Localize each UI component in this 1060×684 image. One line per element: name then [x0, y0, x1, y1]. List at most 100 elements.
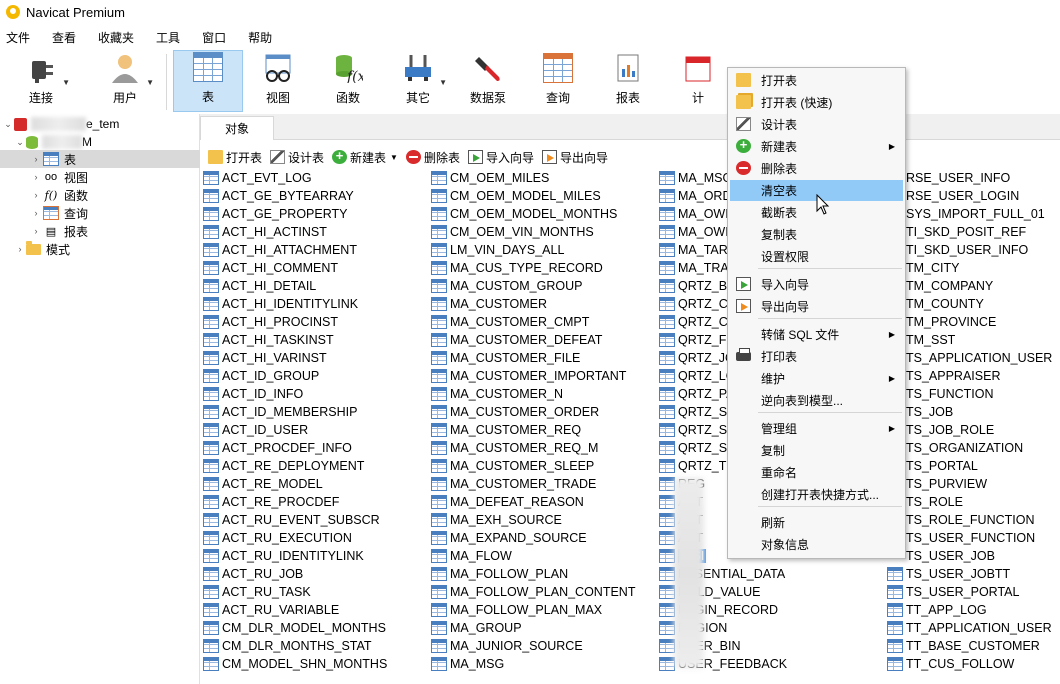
- table-list-item[interactable]: TS_ROLE_FUNCTION: [887, 511, 1052, 529]
- import-wizard-button[interactable]: 导入向导: [467, 149, 534, 166]
- table-list-item[interactable]: MA_CUSTOM_GROUP: [431, 277, 635, 295]
- new-table-button[interactable]: 新建表▼: [332, 148, 398, 166]
- context-menu-item-create-shortcut[interactable]: 创建打开表快捷方式...: [730, 484, 903, 505]
- table-list-item[interactable]: MA_CUS_TYPE_RECORD: [431, 259, 635, 277]
- table-list-item[interactable]: MA_CUSTOMER_FILE: [431, 349, 635, 367]
- menu-file[interactable]: 文件: [0, 29, 36, 46]
- table-list-item[interactable]: ACT_RU_JOB: [203, 565, 387, 583]
- table-list-item[interactable]: RSE_USER_INFO: [887, 169, 1052, 187]
- table-list-item[interactable]: ACT_ID_USER: [203, 421, 387, 439]
- table-list-item[interactable]: ACT_HI_ATTACHMENT: [203, 241, 387, 259]
- open-table-button[interactable]: 打开表: [208, 149, 262, 166]
- expand-arrow-icon[interactable]: ›: [30, 172, 42, 182]
- table-list-item[interactable]: TS_FUNCTION: [887, 385, 1052, 403]
- user-button[interactable]: 用户 ▼: [90, 50, 160, 112]
- table-list-item[interactable]: CM_MODEL_SHN_MONTHS: [203, 655, 387, 673]
- table-list-item[interactable]: ACT_ID_MEMBERSHIP: [203, 403, 387, 421]
- table-list-item[interactable]: ACT_RE_MODEL: [203, 475, 387, 493]
- table-list-item[interactable]: TS_PORTAL: [887, 457, 1052, 475]
- table-list-item[interactable]: TS_APPLICATION_USER: [887, 349, 1052, 367]
- table-list-item[interactable]: ACT_ID_INFO: [203, 385, 387, 403]
- menu-window[interactable]: 窗口: [196, 29, 232, 46]
- table-list-item[interactable]: TM_SST: [887, 331, 1052, 349]
- table-list-item[interactable]: MA_CUSTOMER_REQ_M: [431, 439, 635, 457]
- table-list-item[interactable]: MA_CUSTOMER_IMPORTANT: [431, 367, 635, 385]
- table-list-item[interactable]: MA_FOLLOW_PLAN_MAX: [431, 601, 635, 619]
- table-list-item[interactable]: MA_CUSTOMER_REQ: [431, 421, 635, 439]
- table-list-item[interactable]: MA_FOLLOW_PLAN: [431, 565, 635, 583]
- table-list-item[interactable]: MA_GROUP: [431, 619, 635, 637]
- table-list-item[interactable]: MA_CUSTOMER_TRADE: [431, 475, 635, 493]
- table-list-item[interactable]: ACT_RU_TASK: [203, 583, 387, 601]
- context-menu-item-copy[interactable]: 复制: [730, 440, 903, 461]
- chevron-down-icon[interactable]: ▼: [146, 78, 154, 87]
- context-menu-item-manage-group[interactable]: 管理组 ▶: [730, 418, 903, 439]
- table-list-item[interactable]: TS_JOB: [887, 403, 1052, 421]
- table-list-item[interactable]: ACT_EVT_LOG: [203, 169, 387, 187]
- schedule-button[interactable]: 计: [663, 50, 733, 112]
- table-list-item[interactable]: MA_CUSTOMER_CMPT: [431, 313, 635, 331]
- table-list-item[interactable]: TS_USER_PORTAL: [887, 583, 1052, 601]
- table-list-item[interactable]: MA_FLOW: [431, 547, 635, 565]
- table-list-item[interactable]: TS_JOB_ROLE: [887, 421, 1052, 439]
- context-menu-item-design-table[interactable]: 设计表: [730, 114, 903, 135]
- tree-node-schemas[interactable]: › 模式: [14, 240, 70, 258]
- context-menu-item-duplicate-table[interactable]: 复制表: [730, 224, 903, 245]
- menu-view[interactable]: 查看: [46, 29, 82, 46]
- table-list-item[interactable]: ACT_HI_TASKINST: [203, 331, 387, 349]
- table-list-item[interactable]: TS_APPRAISER: [887, 367, 1052, 385]
- table-list-item[interactable]: CM_OEM_MODEL_MILES: [431, 187, 635, 205]
- context-menu-item-rename[interactable]: 重命名: [730, 462, 903, 483]
- table-list-item[interactable]: ACT_ID_GROUP: [203, 367, 387, 385]
- context-menu-item-import-wizard[interactable]: 导入向导: [730, 274, 903, 295]
- collapse-arrow-icon[interactable]: ⌄: [2, 119, 14, 130]
- table-button[interactable]: 表: [173, 50, 243, 112]
- table-list-item[interactable]: TI_SKD_USER_INFO: [887, 241, 1052, 259]
- expand-arrow-icon[interactable]: ›: [30, 226, 42, 236]
- other-button[interactable]: 其它 ▼: [383, 50, 453, 112]
- table-list-item[interactable]: TT_APPLICATION_USER: [887, 619, 1052, 637]
- table-list-item[interactable]: MA_CUSTOMER_ORDER: [431, 403, 635, 421]
- context-menu-item-refresh[interactable]: 刷新: [730, 512, 903, 533]
- tree-connection[interactable]: ⌄ e_tem: [2, 115, 119, 133]
- collapse-arrow-icon[interactable]: ⌄: [14, 137, 26, 148]
- table-list-item[interactable]: MA_CUSTOMER_SLEEP: [431, 457, 635, 475]
- function-button[interactable]: f(x) 函数: [313, 50, 383, 112]
- table-list-item[interactable]: ACT_RE_DEPLOYMENT: [203, 457, 387, 475]
- table-list-item[interactable]: ACT_HI_VARINST: [203, 349, 387, 367]
- context-menu-item-maintain[interactable]: 维护 ▶: [730, 368, 903, 389]
- menu-tools[interactable]: 工具: [150, 29, 186, 46]
- table-list-item[interactable]: MA_CUSTOMER_N: [431, 385, 635, 403]
- table-list-item[interactable]: TS_PURVIEW: [887, 475, 1052, 493]
- context-menu-item-open-table[interactable]: 打开表: [730, 70, 903, 91]
- table-list-item[interactable]: MA_FOLLOW_PLAN_CONTENT: [431, 583, 635, 601]
- table-list-item[interactable]: SYS_IMPORT_FULL_01: [887, 205, 1052, 223]
- expand-arrow-icon[interactable]: ›: [30, 208, 42, 218]
- table-list-item[interactable]: MA_DEFEAT_REASON: [431, 493, 635, 511]
- table-list-item[interactable]: TS_USER_JOBTT: [887, 565, 1052, 583]
- table-list-item[interactable]: TS_USER_JOB: [887, 547, 1052, 565]
- table-list-item[interactable]: ACT_RU_IDENTITYLINK: [203, 547, 387, 565]
- table-list-item[interactable]: CM_DLR_MONTHS_STAT: [203, 637, 387, 655]
- table-list-item[interactable]: TM_CITY: [887, 259, 1052, 277]
- chevron-down-icon[interactable]: ▼: [439, 78, 447, 87]
- table-list-item[interactable]: ACT_HI_IDENTITYLINK: [203, 295, 387, 313]
- table-list-item[interactable]: TS_ORGANIZATION: [887, 439, 1052, 457]
- table-list-item[interactable]: MA_EXH_SOURCE: [431, 511, 635, 529]
- tree-database[interactable]: ⌄ M: [14, 133, 92, 151]
- context-menu-item-set-permissions[interactable]: 设置权限: [730, 246, 903, 267]
- tree-node-views[interactable]: › oo 视图: [30, 168, 89, 186]
- query-button[interactable]: 查询: [523, 50, 593, 112]
- expand-arrow-icon[interactable]: ›: [30, 190, 42, 200]
- context-menu-item-print-table[interactable]: 打印表: [730, 346, 903, 367]
- context-menu-item-delete-table[interactable]: 删除表: [730, 158, 903, 179]
- tree-node-queries[interactable]: › 查询: [30, 204, 88, 222]
- table-list-item[interactable]: ACT_RE_PROCDEF: [203, 493, 387, 511]
- expand-arrow-icon[interactable]: ›: [14, 244, 26, 254]
- tree-node-functions[interactable]: › f() 函数: [30, 186, 89, 204]
- table-list-item[interactable]: ACT_PROCDEF_INFO: [203, 439, 387, 457]
- table-list-item[interactable]: TT_BASE_CUSTOMER: [887, 637, 1052, 655]
- tree-node-tables[interactable]: › 表: [0, 150, 200, 168]
- table-list-item[interactable]: ACT_RU_EXECUTION: [203, 529, 387, 547]
- export-wizard-button[interactable]: 导出向导: [542, 149, 608, 166]
